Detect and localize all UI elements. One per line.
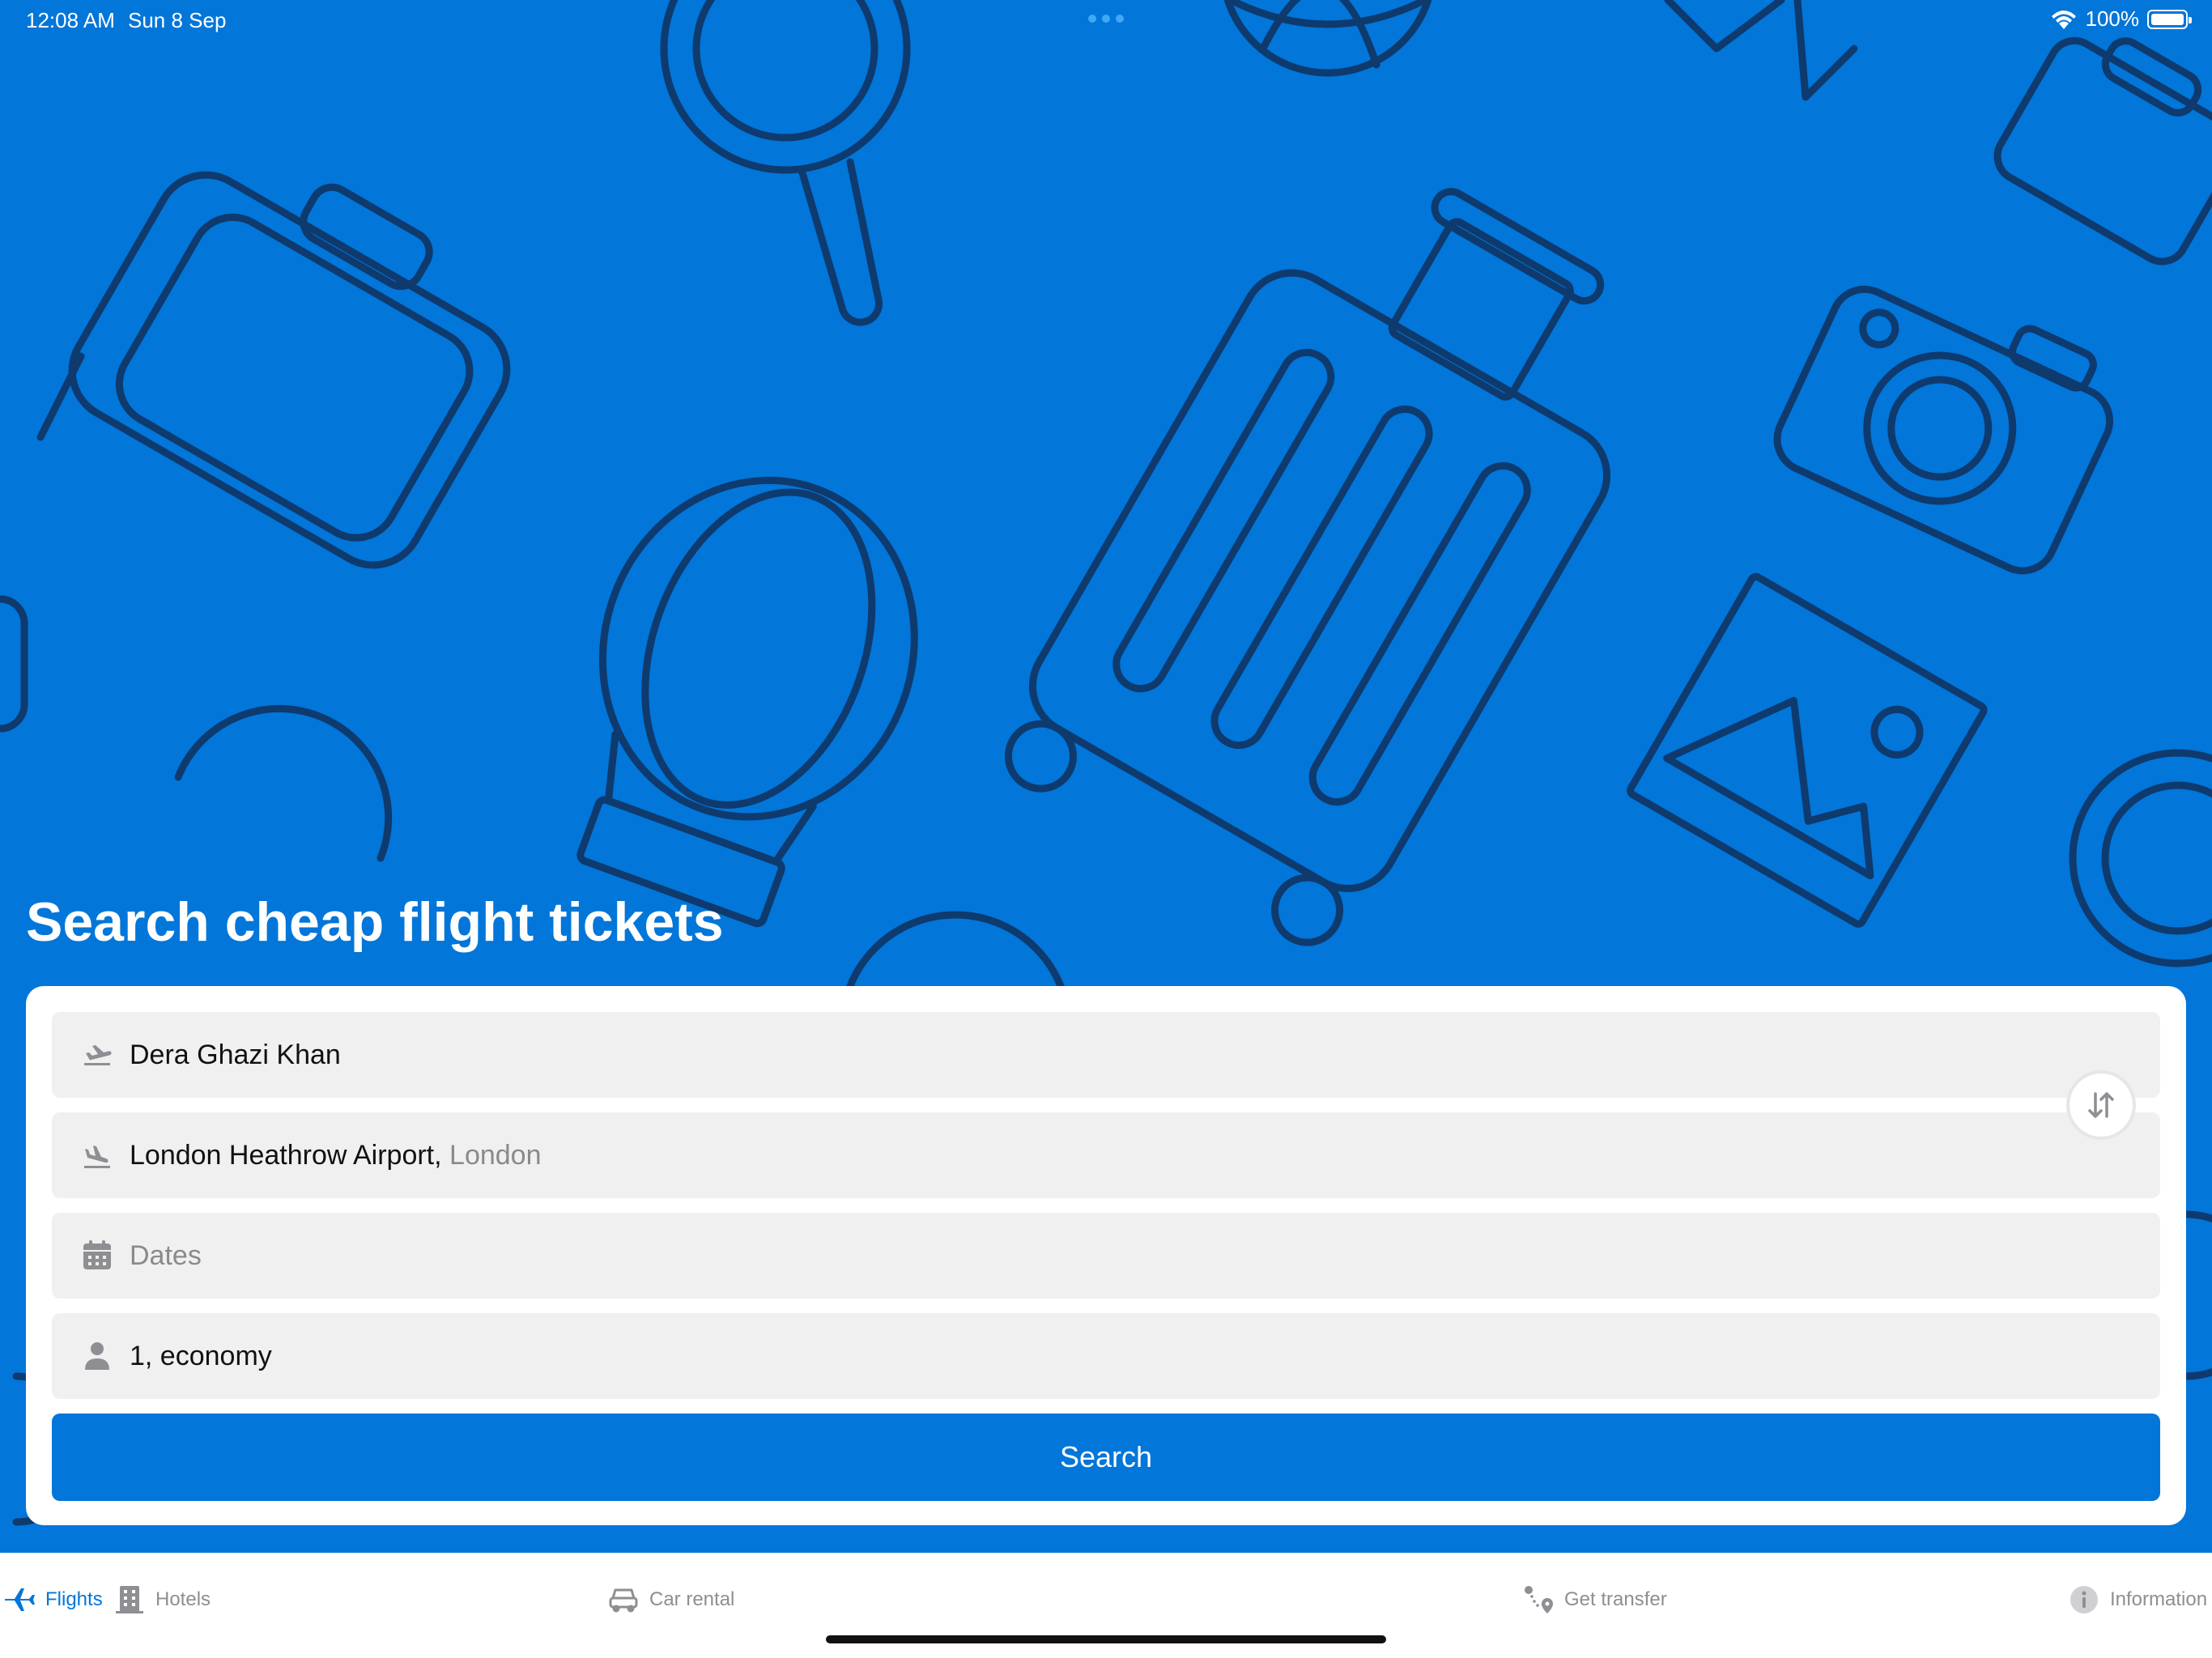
status-time: 12:08 AM <box>26 8 115 32</box>
info-icon <box>2070 1586 2098 1613</box>
route-pin-icon <box>1525 1586 1553 1613</box>
tab-get-transfer[interactable]: Get transfer <box>1522 1577 1667 1622</box>
origin-value: Dera Ghazi Khan <box>130 1039 341 1070</box>
dates-placeholder: Dates <box>130 1240 202 1271</box>
calendar-icon <box>83 1240 111 1269</box>
battery-percentage: 100% <box>2085 6 2140 31</box>
tab-get-transfer-label: Get transfer <box>1564 1588 1667 1610</box>
person-icon <box>85 1342 109 1370</box>
search-button[interactable]: Search <box>52 1414 2160 1501</box>
page-title: Search cheap flight tickets <box>26 891 724 953</box>
tab-flights[interactable]: Flights <box>3 1577 103 1622</box>
tab-flights-label: Flights <box>45 1588 103 1610</box>
destination-field[interactable]: London Heathrow Airport, London <box>52 1112 2160 1198</box>
status-date: Sun 8 Sep <box>128 8 227 32</box>
building-icon <box>116 1586 143 1613</box>
tab-hotels-label: Hotels <box>155 1588 211 1610</box>
tab-hotels[interactable]: Hotels <box>113 1577 211 1622</box>
landing-icon <box>84 1146 110 1168</box>
car-icon <box>609 1588 638 1613</box>
tab-car-rental[interactable]: Car rental <box>607 1577 734 1622</box>
wifi-icon <box>2051 10 2076 29</box>
home-indicator[interactable] <box>826 1635 1386 1643</box>
destination-value: London Heathrow Airport, London <box>130 1140 542 1171</box>
status-bar: 12:08 AM Sun 8 Sep 100% <box>0 0 2212 39</box>
tab-car-rental-label: Car rental <box>649 1588 735 1610</box>
tab-information-label: Information <box>2110 1588 2208 1610</box>
flight-search-screen: 12:08 AM Sun 8 Sep 100% Search cheap fli… <box>0 0 2212 1658</box>
passengers-value: 1, economy <box>130 1341 272 1371</box>
multitasking-dots-icon[interactable] <box>1088 15 1124 23</box>
origin-field[interactable]: Dera Ghazi Khan <box>52 1012 2160 1098</box>
battery-icon <box>2147 9 2192 29</box>
airplane-icon <box>5 1588 35 1611</box>
search-form-card: Dera Ghazi Khan London Heathrow Airport,… <box>26 986 2186 1525</box>
status-indicators: 100% <box>2050 6 2192 32</box>
takeoff-icon <box>84 1045 112 1065</box>
passengers-field[interactable]: 1, economy <box>52 1313 2160 1399</box>
swap-airports-button[interactable] <box>2069 1073 2133 1137</box>
swap-arrows-icon <box>2088 1092 2114 1118</box>
tab-information[interactable]: Information <box>2068 1577 2207 1622</box>
dates-field[interactable]: Dates <box>52 1213 2160 1299</box>
